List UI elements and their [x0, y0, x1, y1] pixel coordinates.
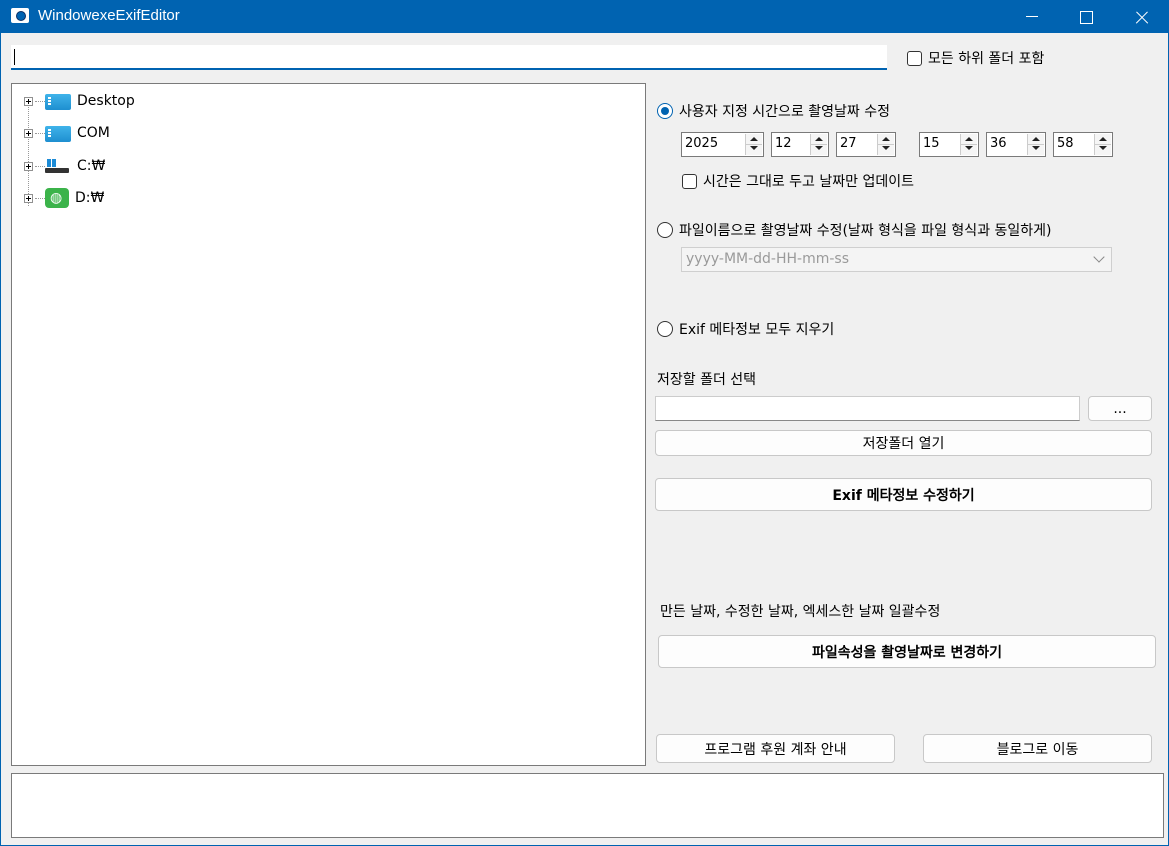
- spinner-arrows-icon[interactable]: [1027, 134, 1044, 155]
- custom-time-radio[interactable]: 사용자 지정 시간으로 촬영날짜 수정: [657, 101, 890, 121]
- app-window: WindowexeExifEditor 모든 하위 폴더 포함 Desktop …: [0, 0, 1169, 846]
- browse-button[interactable]: ...: [1088, 396, 1152, 421]
- include-subfolders-box[interactable]: [907, 50, 922, 66]
- day-value: 27: [840, 136, 857, 151]
- date-only-checkbox[interactable]: 시간은 그대로 두고 날짜만 업데이트: [682, 171, 914, 191]
- text-caret: [14, 49, 15, 65]
- expand-icon[interactable]: [24, 96, 33, 106]
- date-only-label: 시간은 그대로 두고 날짜만 업데이트: [703, 174, 914, 190]
- title-bar: WindowexeExifEditor: [1, 1, 1169, 33]
- desktop-icon: [45, 94, 71, 110]
- year-spinner[interactable]: 2025: [681, 132, 764, 157]
- month-spinner[interactable]: 12: [771, 132, 829, 157]
- save-folder-input[interactable]: [655, 396, 1080, 421]
- minute-spinner[interactable]: 36: [986, 132, 1046, 157]
- tree-item-c-drive[interactable]: C:₩: [24, 155, 105, 177]
- save-folder-label: 저장할 폴더 선택: [657, 372, 757, 388]
- spinner-arrows-icon[interactable]: [960, 134, 977, 155]
- custom-time-label: 사용자 지정 시간으로 촬영날짜 수정: [679, 104, 890, 120]
- camera-icon: [11, 8, 29, 23]
- filename-format-value: yyyy-MM-dd-HH-mm-ss: [686, 251, 850, 267]
- maximize-button[interactable]: [1059, 1, 1113, 33]
- path-input[interactable]: [11, 45, 887, 70]
- second-value: 58: [1057, 136, 1074, 151]
- folder-tree[interactable]: Desktop COM C:₩ D:₩: [11, 83, 646, 766]
- hour-value: 15: [923, 136, 940, 151]
- include-subfolders-checkbox[interactable]: 모든 하위 폴더 포함: [907, 48, 1044, 68]
- support-info-button[interactable]: 프로그램 후원 계좌 안내: [656, 734, 895, 763]
- filename-radio-dot[interactable]: [657, 222, 673, 238]
- file-dates-label: 만든 날짜, 수정한 날짜, 엑세스한 날짜 일괄수정: [660, 604, 941, 620]
- year-value: 2025: [685, 136, 719, 151]
- tree-item-label: D:₩: [75, 190, 105, 206]
- chevron-down-icon: [1093, 251, 1105, 263]
- close-button[interactable]: [1114, 1, 1168, 33]
- minimize-button[interactable]: [1005, 1, 1059, 33]
- apply-exif-button[interactable]: Exif 메타정보 수정하기: [655, 478, 1152, 511]
- expand-icon[interactable]: [24, 193, 33, 203]
- second-spinner[interactable]: 58: [1053, 132, 1113, 157]
- apply-file-dates-button[interactable]: 파일속성을 촬영날짜로 변경하기: [658, 635, 1156, 668]
- date-only-box[interactable]: [682, 173, 697, 189]
- tree-item-com[interactable]: COM: [24, 122, 110, 144]
- filename-radio[interactable]: 파일이름으로 촬영날짜 수정(날짜 형식을 파일 형식과 동일하게): [657, 220, 1052, 240]
- computer-icon: [45, 126, 71, 142]
- spinner-arrows-icon[interactable]: [745, 134, 762, 155]
- spinner-arrows-icon[interactable]: [1094, 134, 1111, 155]
- day-spinner[interactable]: 27: [836, 132, 896, 157]
- minute-value: 36: [990, 136, 1007, 151]
- tree-item-d-drive[interactable]: D:₩: [24, 187, 104, 209]
- spinner-arrows-icon[interactable]: [810, 134, 827, 155]
- include-subfolders-label: 모든 하위 폴더 포함: [928, 51, 1045, 67]
- clear-exif-radio-dot[interactable]: [657, 321, 673, 337]
- hour-spinner[interactable]: 15: [919, 132, 979, 157]
- custom-time-radio-dot[interactable]: [657, 103, 673, 119]
- tree-item-desktop[interactable]: Desktop: [24, 90, 135, 112]
- filename-format-select[interactable]: yyyy-MM-dd-HH-mm-ss: [681, 247, 1112, 272]
- log-area[interactable]: [11, 773, 1164, 838]
- filename-label: 파일이름으로 촬영날짜 수정(날짜 형식을 파일 형식과 동일하게): [679, 223, 1052, 239]
- tree-item-label: Desktop: [77, 93, 135, 109]
- clear-exif-radio[interactable]: Exif 메타정보 모두 지우기: [657, 319, 834, 339]
- window-title: WindowexeExifEditor: [38, 7, 180, 24]
- expand-icon[interactable]: [24, 161, 33, 171]
- open-save-folder-button[interactable]: 저장폴더 열기: [655, 430, 1152, 456]
- expand-icon[interactable]: [24, 128, 33, 138]
- tree-item-label: C:₩: [77, 158, 106, 174]
- tree-item-label: COM: [77, 125, 110, 141]
- month-value: 12: [775, 136, 792, 151]
- go-to-blog-button[interactable]: 블로그로 이동: [923, 734, 1152, 763]
- clear-exif-label: Exif 메타정보 모두 지우기: [679, 322, 835, 338]
- system-drive-icon: [45, 156, 71, 176]
- spinner-arrows-icon[interactable]: [877, 134, 894, 155]
- network-drive-icon: [45, 188, 69, 208]
